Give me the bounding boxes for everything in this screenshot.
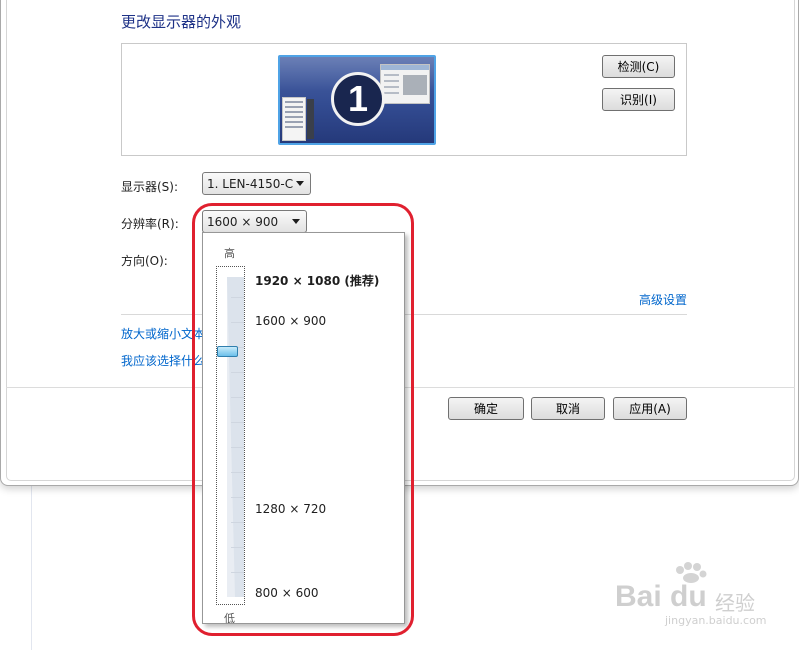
enlarge-text-link[interactable]: 放大或缩小文本 <box>121 325 205 342</box>
page-title: 更改显示器的外观 <box>121 13 242 31</box>
watermark-brand-cn: 经验 <box>715 591 755 615</box>
detect-button[interactable]: 检测(C) <box>602 55 675 78</box>
identify-button[interactable]: 识别(I) <box>602 88 675 111</box>
resolution-option-1920x1080[interactable]: 1920 × 1080 (推荐) <box>255 272 379 289</box>
resolution-label: 分辨率(R): <box>121 217 179 231</box>
orientation-label: 方向(O): <box>121 254 168 268</box>
monitor-document-thumbnail <box>282 97 306 141</box>
display-select-value: 1. LEN-4150-C <box>207 176 294 191</box>
monitor-number-badge: 1 <box>331 72 385 126</box>
chevron-down-icon <box>296 181 304 186</box>
apply-button[interactable]: 应用(A) <box>613 397 687 420</box>
monitor-1-preview[interactable]: 1 <box>278 55 436 145</box>
monitor-preview-area: 1 检测(C) 识别(I) <box>121 43 687 156</box>
resolution-option-1280x720[interactable]: 1280 × 720 <box>255 502 326 516</box>
ok-button[interactable]: 确定 <box>448 397 524 420</box>
resolution-select[interactable]: 1600 × 900 <box>202 210 307 233</box>
resolution-select-value: 1600 × 900 <box>207 214 279 229</box>
which-settings-link[interactable]: 我应该选择什么 <box>121 352 205 369</box>
resolution-slider-frame <box>216 266 245 605</box>
display-label: 显示器(S): <box>121 180 179 194</box>
cancel-button[interactable]: 取消 <box>531 397 605 420</box>
watermark-brand: Bai du <box>615 580 707 613</box>
watermark-url: jingyan.baidu.com <box>665 614 767 627</box>
background-rule <box>31 486 32 650</box>
low-label: 低 <box>224 612 235 625</box>
monitor-window-thumbnail <box>380 64 430 104</box>
resolution-slider-wedge <box>227 277 244 597</box>
resolution-option-800x600[interactable]: 800 × 600 <box>255 586 319 600</box>
resolution-dropdown: 高 1920 × 1080 (推荐) 1600 × 900 1280 × 720… <box>202 232 405 625</box>
display-select[interactable]: 1. LEN-4150-C <box>202 172 311 195</box>
baidu-watermark: Bai du 经验 jingyan.baidu.com <box>615 562 795 642</box>
advanced-settings-link[interactable]: 高级设置 <box>639 291 687 308</box>
resolution-option-1600x900[interactable]: 1600 × 900 <box>255 314 326 328</box>
monitor-tower-thumbnail <box>307 99 314 139</box>
chevron-down-icon <box>292 219 300 224</box>
high-label: 高 <box>224 247 235 260</box>
resolution-slider-thumb[interactable] <box>217 346 238 357</box>
